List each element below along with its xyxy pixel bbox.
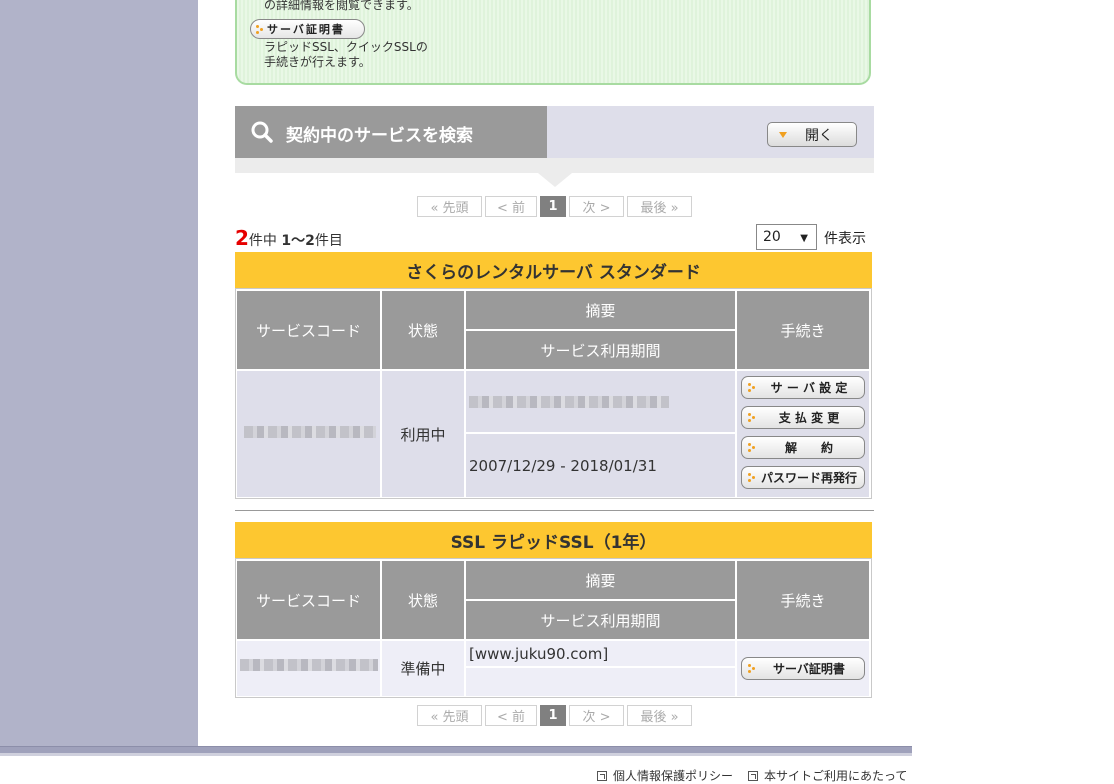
th-summary-2: 摘要: [466, 561, 735, 599]
th-status-1: 状態: [382, 291, 464, 369]
th-procedure-2: 手続き: [737, 561, 869, 639]
search-title: 契約中のサービスを検索: [286, 126, 473, 146]
external-link-icon: [748, 770, 758, 781]
external-link-icon: [597, 770, 607, 781]
td-period-1: 2007/12/29 - 2018/01/31: [466, 434, 735, 497]
dot-icon: [748, 443, 756, 452]
footer-terms-label: 本サイトご利用にあたって: [764, 769, 908, 783]
footer-privacy-link[interactable]: 個人情報保護ポリシー: [597, 767, 733, 784]
result-suffix1: 件中: [248, 233, 277, 249]
td-status-2: 準備中: [382, 641, 464, 696]
password-reissue-label: パスワード再発行: [760, 471, 857, 485]
th-summary-1: 摘要: [466, 291, 735, 329]
pager-current: 1: [540, 705, 566, 726]
payment-change-label: 支 払 変 更: [778, 411, 840, 425]
chevron-down-icon: ▼: [800, 233, 808, 244]
pager-first[interactable]: « 先頭: [417, 705, 482, 726]
pager-current: 1: [540, 196, 566, 217]
info-desc-line1: ラピッドSSL、クイックSSLの: [264, 40, 428, 54]
server-cert-button[interactable]: サーバ証明書: [250, 19, 365, 39]
payment-change-button[interactable]: 支 払 変 更: [741, 406, 865, 429]
service-title-1: さくらのレンタルサーバ スタンダード: [235, 252, 872, 288]
pager-prev[interactable]: < 前: [485, 705, 537, 726]
th-code-2: サービスコード: [237, 561, 380, 639]
per-page-select[interactable]: 20 ▼: [756, 224, 817, 250]
footer-band: [0, 746, 912, 753]
dot-icon: [748, 473, 756, 482]
info-desc-line2: 手続きが行えます。: [264, 55, 371, 69]
pager-last[interactable]: 最後 »: [627, 705, 692, 726]
pager-next[interactable]: 次 >: [569, 196, 624, 217]
server-cert-label-2: サーバ証明書: [773, 662, 845, 676]
pager-prev[interactable]: < 前: [485, 196, 537, 217]
dot-icon: [748, 413, 756, 422]
server-settings-label: サ ー バ 設 定: [770, 381, 848, 395]
service-title-2: SSL ラピッドSSL（1年）: [235, 522, 872, 558]
search-icon: [251, 121, 273, 143]
result-total: 2: [235, 226, 249, 250]
pager-bottom: « 先頭 < 前 1 次 > 最後 »: [417, 705, 692, 726]
server-cert-button-label: サーバ証明書: [267, 23, 345, 36]
td-status-1: 利用中: [382, 371, 464, 497]
redacted-code-1: [244, 426, 376, 438]
td-summary-2: [www.juku90.com]: [466, 641, 735, 666]
footer-band-light: [0, 753, 912, 756]
open-search-button[interactable]: 開く: [767, 122, 857, 147]
search-strip: [235, 158, 874, 173]
redacted-summary-1: [469, 396, 669, 408]
result-count: 2件中 1～2件目: [235, 226, 343, 250]
left-sidebar: [0, 0, 198, 746]
th-code-1: サービスコード: [237, 291, 380, 369]
th-period-2: サービス利用期間: [466, 601, 735, 639]
td-period-2: [466, 668, 735, 696]
th-period-1: サービス利用期間: [466, 331, 735, 369]
footer-privacy-label: 個人情報保護ポリシー: [613, 769, 734, 783]
pager-last[interactable]: 最後 »: [627, 196, 692, 217]
dot-icon: [748, 664, 756, 673]
dot-icon: [748, 383, 756, 392]
cancel-contract-label: 解 約: [784, 441, 833, 455]
footer-terms-link[interactable]: 本サイトご利用にあたって: [748, 767, 907, 784]
info-text-top: の詳細情報を閲覧できます。: [264, 0, 419, 12]
redacted-code-2: [240, 659, 378, 671]
search-pointer: [538, 173, 572, 187]
pager-first[interactable]: « 先頭: [417, 196, 482, 217]
password-reissue-button[interactable]: パスワード再発行: [741, 466, 865, 489]
th-procedure-1: 手続き: [737, 291, 869, 369]
per-page-value: 20: [763, 229, 781, 245]
triangle-down-icon: [779, 132, 787, 138]
result-suffix2: 件目: [314, 233, 343, 249]
result-range: 1～2: [281, 233, 315, 249]
per-page-label: 件表示: [824, 231, 866, 247]
server-cert-button-2[interactable]: サーバ証明書: [741, 657, 865, 680]
open-search-label: 開く: [805, 127, 833, 144]
cancel-contract-button[interactable]: 解 約: [741, 436, 865, 459]
dot-icon: [256, 25, 264, 34]
server-settings-button[interactable]: サ ー バ 設 定: [741, 376, 865, 399]
divider: [235, 510, 874, 511]
pager-top: « 先頭 < 前 1 次 > 最後 »: [417, 196, 692, 217]
pager-next[interactable]: 次 >: [569, 705, 624, 726]
th-status-2: 状態: [382, 561, 464, 639]
